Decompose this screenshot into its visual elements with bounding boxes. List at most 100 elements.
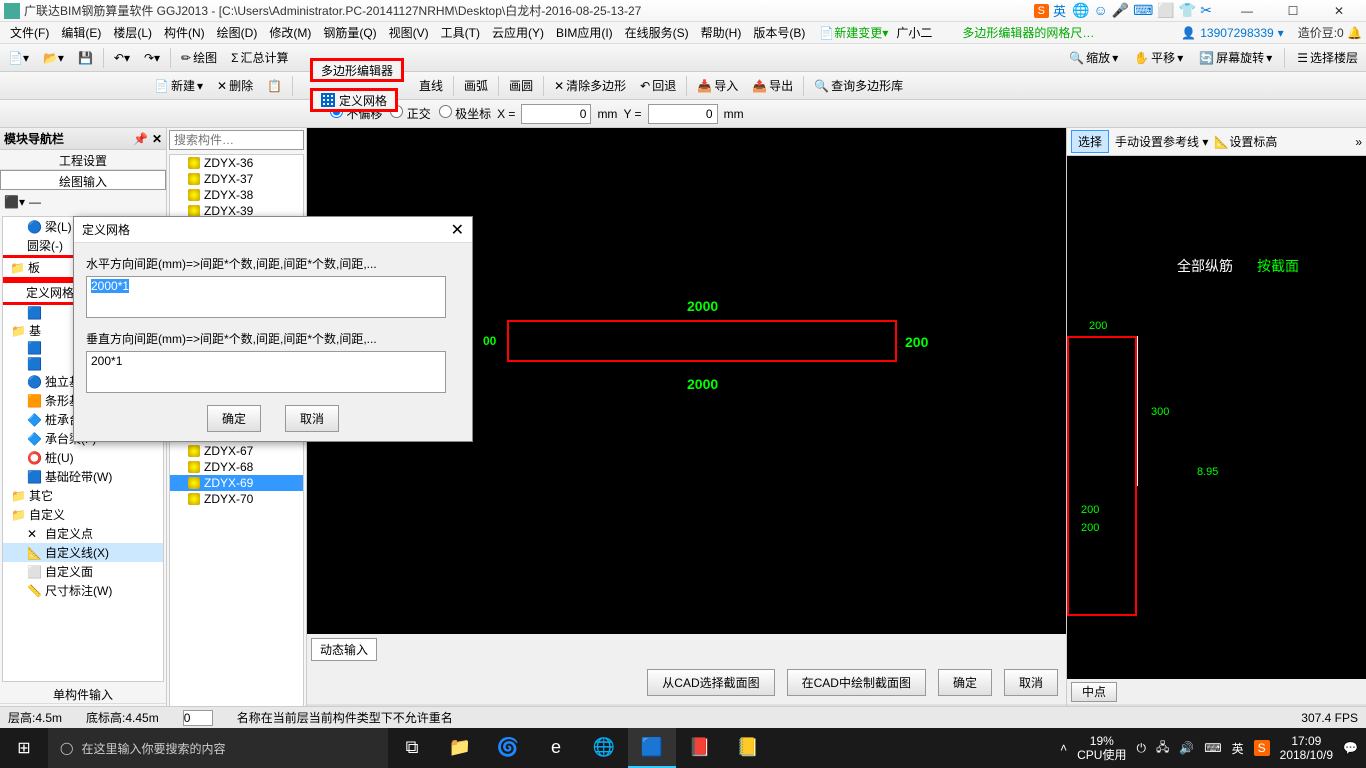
status-input[interactable]: [183, 710, 213, 726]
import-button[interactable]: 📥导入: [693, 75, 742, 96]
menu-cloud[interactable]: 云应用(Y): [486, 22, 550, 43]
tray-keyboard-icon[interactable]: ⌨: [1204, 741, 1221, 755]
menu-edit[interactable]: 编辑(E): [55, 22, 107, 43]
maximize-button[interactable]: ☐: [1270, 0, 1316, 22]
cpu-meter[interactable]: 19%CPU使用: [1077, 734, 1126, 763]
menu-component[interactable]: 构件(N): [158, 22, 211, 43]
panel-close-icon[interactable]: ✕: [152, 132, 162, 146]
tree-item[interactable]: ⭕桩(U): [3, 448, 163, 467]
h-spacing-input[interactable]: 2000*1: [86, 276, 446, 318]
dialog-title-bar[interactable]: 定义网格 ✕: [74, 217, 472, 243]
tray-up-icon[interactable]: ˄: [1060, 741, 1067, 755]
define-grid-button[interactable]: 定义网格: [310, 88, 398, 112]
tab-draw-input[interactable]: 绘图输入: [0, 170, 166, 190]
menu-bim[interactable]: BIM应用(I): [550, 22, 619, 43]
component-item[interactable]: ZDYX-70: [170, 491, 303, 507]
clear-button[interactable]: ✕ 清除多边形: [550, 75, 630, 96]
tree-item[interactable]: ✕自定义点: [3, 524, 163, 543]
y-input[interactable]: [648, 104, 718, 124]
panel-expand-icon[interactable]: »: [1355, 135, 1362, 149]
tray-sogou[interactable]: S: [1254, 740, 1270, 756]
manual-ref-button[interactable]: 手动设置参考线 ▾: [1115, 133, 1208, 150]
polar-radio[interactable]: 极坐标: [439, 105, 491, 122]
menu-version[interactable]: 版本号(B): [747, 22, 811, 43]
component-item[interactable]: ZDYX-38: [170, 187, 303, 203]
tray-volume-icon[interactable]: 🔊: [1179, 741, 1194, 755]
component-item[interactable]: ZDYX-37: [170, 171, 303, 187]
redo-icon[interactable]: ↷▾: [140, 49, 164, 67]
new-change-button[interactable]: 📄新建变更 ▾: [819, 24, 888, 41]
component-item[interactable]: ZDYX-69: [170, 475, 303, 491]
dynamic-input-button[interactable]: 动态输入: [311, 638, 377, 661]
tree-item[interactable]: 📁自定义: [3, 505, 163, 524]
x-input[interactable]: [521, 104, 591, 124]
v-spacing-input[interactable]: 200*1: [86, 351, 446, 393]
task-fan-icon[interactable]: 🌀: [484, 728, 532, 768]
menu-online[interactable]: 在线服务(S): [619, 22, 695, 43]
search-input[interactable]: [169, 130, 304, 150]
ime-badge[interactable]: S: [1034, 4, 1049, 18]
tree-item[interactable]: ⬜自定义面: [3, 562, 163, 581]
ime-lang[interactable]: 英: [1053, 1, 1066, 20]
task-edge-icon[interactable]: e: [532, 728, 580, 768]
tray-clock[interactable]: 17:092018/10/9: [1280, 734, 1333, 763]
pan-button[interactable]: ✋平移▾: [1130, 47, 1187, 68]
select-floor-button[interactable]: ☰选择楼层: [1293, 47, 1362, 68]
component-item[interactable]: ZDYX-36: [170, 155, 303, 171]
minimize-button[interactable]: —: [1224, 0, 1270, 22]
zoom-button[interactable]: 🔍缩放▾: [1065, 47, 1122, 68]
component-item[interactable]: ZDYX-68: [170, 459, 303, 475]
taskbar-search[interactable]: ◯ 在这里输入你要搜索的内容: [48, 728, 388, 768]
rotate-button[interactable]: 🔄屏幕旋转▾: [1195, 47, 1276, 68]
midpoint-button[interactable]: 中点: [1071, 682, 1117, 702]
task-pdf-icon[interactable]: 📕: [676, 728, 724, 768]
undo-icon[interactable]: ↶▾: [110, 49, 134, 67]
tray-network-icon[interactable]: 🖧: [1156, 738, 1169, 759]
section-canvas[interactable]: 全部纵筋 按截面 200 300 8.95 200 200: [1067, 156, 1366, 679]
pin-icon[interactable]: 📌: [133, 132, 148, 146]
circle-button[interactable]: 画圆: [505, 75, 537, 96]
task-app-icon[interactable]: 🟦: [628, 728, 676, 768]
menu-tools[interactable]: 工具(T): [435, 22, 486, 43]
task-help-icon[interactable]: 📒: [724, 728, 772, 768]
tree-item[interactable]: 🟦基础砼带(W): [3, 467, 163, 486]
close-button[interactable]: ✕: [1316, 0, 1362, 22]
tab-settings[interactable]: 工程设置: [0, 150, 166, 170]
draw-button[interactable]: ✏绘图: [177, 47, 221, 68]
menu-draw[interactable]: 绘图(D): [211, 22, 264, 43]
cancel-button[interactable]: 取消: [1004, 669, 1058, 696]
dialog-close-icon[interactable]: ✕: [451, 220, 464, 240]
line-button[interactable]: 直线: [415, 75, 447, 96]
cad-select-button[interactable]: 从CAD选择截面图: [647, 669, 774, 696]
account-info[interactable]: 👤13907298339 ▾: [1181, 26, 1283, 40]
export-button[interactable]: 📤导出: [748, 75, 797, 96]
back-button[interactable]: ↶ 回退: [636, 75, 680, 96]
arc-button[interactable]: 画弧: [460, 75, 492, 96]
tray-notifications-icon[interactable]: 💬: [1343, 741, 1358, 755]
task-view-icon[interactable]: ⧉: [388, 728, 436, 768]
save-icon[interactable]: 💾: [74, 49, 97, 67]
task-browser-icon[interactable]: 🌐: [580, 728, 628, 768]
tray-ime[interactable]: 英: [1232, 740, 1244, 757]
open-file-icon[interactable]: 📂▾: [39, 49, 68, 67]
menu-rebar[interactable]: 钢筋量(Q): [317, 22, 382, 43]
tab-single-input[interactable]: 单构件输入: [0, 684, 166, 704]
tree-item[interactable]: 📁其它: [3, 486, 163, 505]
tray-power-icon[interactable]: ⏻: [1136, 741, 1146, 756]
system-tray[interactable]: ˄ 19%CPU使用 ⏻ 🖧 🔊 ⌨ 英 S 17:092018/10/9 💬: [1052, 734, 1366, 763]
task-folder-icon[interactable]: 📁: [436, 728, 484, 768]
component-item[interactable]: ZDYX-67: [170, 443, 303, 459]
ok-button[interactable]: 确定: [938, 669, 992, 696]
new-button[interactable]: 📄新建▾: [150, 75, 207, 96]
dialog-ok-button[interactable]: 确定: [207, 405, 261, 432]
shape-rect[interactable]: [507, 320, 897, 362]
delete-button[interactable]: ✕ 删除: [213, 75, 257, 96]
menu-file[interactable]: 文件(F): [4, 22, 55, 43]
new-file-icon[interactable]: 📄▾: [4, 49, 33, 67]
menu-view[interactable]: 视图(V): [383, 22, 435, 43]
menu-modify[interactable]: 修改(M): [263, 22, 317, 43]
cad-draw-button[interactable]: 在CAD中绘制截面图: [787, 669, 926, 696]
summary-button[interactable]: Σ 汇总计算: [227, 47, 292, 68]
tree-item[interactable]: 📐自定义线(X): [3, 543, 163, 562]
ime-icons[interactable]: 🌐☺🎤⌨⬜👕✂: [1070, 2, 1214, 19]
